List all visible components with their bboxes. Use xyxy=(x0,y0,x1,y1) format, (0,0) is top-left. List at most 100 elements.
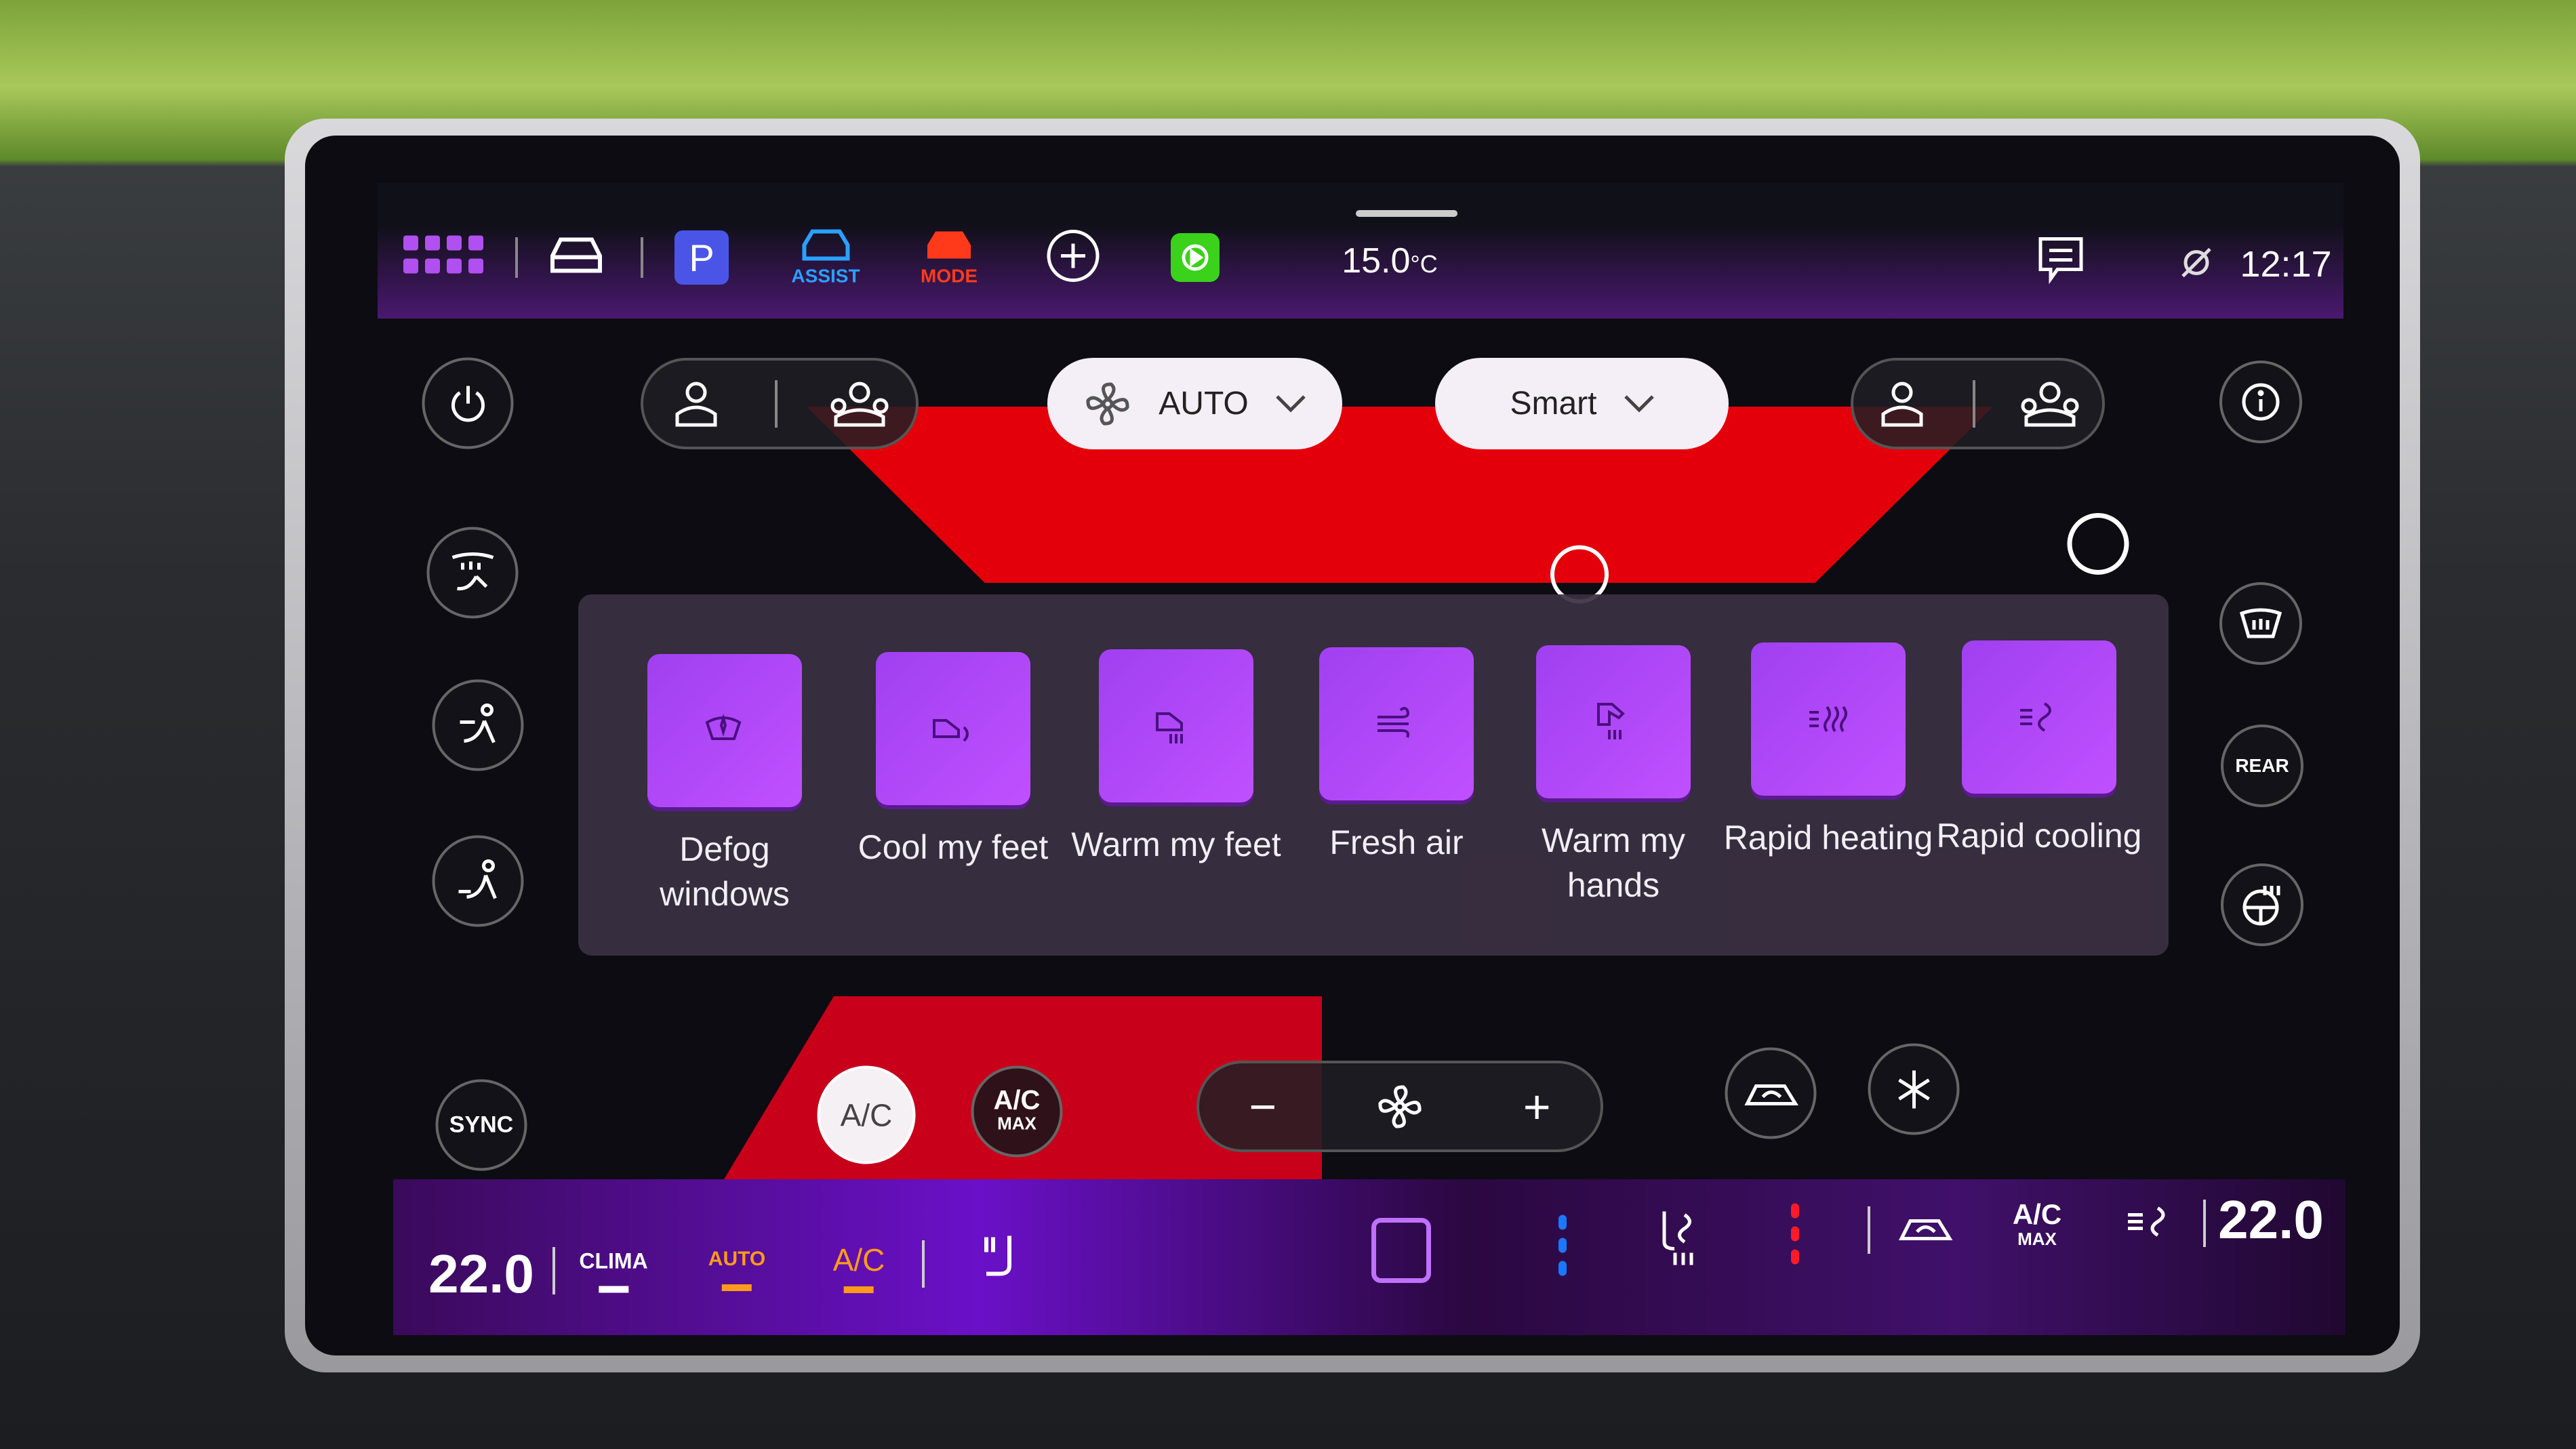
fresh-air-icon xyxy=(1377,707,1409,738)
recirculation-icon xyxy=(1744,1084,1798,1105)
fan-mode-value: AUTO xyxy=(1159,386,1249,422)
quick-action-label: Cool my feet xyxy=(858,828,1049,866)
quick-action-fresh-air[interactable] xyxy=(1319,647,1474,800)
climate-style-value: Smart xyxy=(1510,386,1597,422)
ac-max-button[interactable]: A/C MAX xyxy=(971,1065,1063,1158)
quick-action-warm-hands[interactable] xyxy=(1536,645,1691,798)
vent-direction-knob[interactable] xyxy=(1546,544,1613,604)
passenger-icon[interactable] xyxy=(1875,380,1929,428)
airflow-feet-icon xyxy=(458,859,497,899)
parking-button[interactable]: P xyxy=(675,230,729,285)
divider xyxy=(1973,380,1976,428)
rapid-cooling-status-icon[interactable] xyxy=(2125,1205,2173,1242)
temp-unit: °C xyxy=(1410,250,1438,278)
front-defrost-button[interactable] xyxy=(2219,582,2302,665)
drive-mode-button[interactable]: MODE xyxy=(921,228,978,287)
rear-climate-button[interactable]: REAR xyxy=(2221,724,2303,807)
ac-max-top: A/C xyxy=(2012,1198,2062,1230)
assist-icon xyxy=(801,229,849,261)
airflow-face-button[interactable] xyxy=(432,679,524,771)
quick-action-label: Rapid heating xyxy=(1723,819,1933,857)
quick-action-label: Warm my hands xyxy=(1542,821,1685,904)
defog-icon xyxy=(705,714,742,740)
quick-action-cool-feet[interactable] xyxy=(876,652,1030,805)
warm-feet-icon xyxy=(1156,712,1183,743)
assist-label: ASSIST xyxy=(791,265,860,287)
parking-label: P xyxy=(689,236,715,279)
temp-value: 15.0 xyxy=(1342,241,1411,281)
seat-ventilation-button[interactable] xyxy=(1657,1208,1705,1273)
ac-button[interactable]: A/C xyxy=(817,1065,916,1164)
all-seats-icon[interactable] xyxy=(2019,380,2080,428)
carplay-icon[interactable] xyxy=(1171,233,1220,282)
all-seats-icon[interactable] xyxy=(829,380,890,428)
divider xyxy=(641,237,643,278)
ac-max-top: A/C xyxy=(993,1085,1041,1115)
mode-label: MODE xyxy=(921,265,978,287)
divider xyxy=(515,237,518,278)
steering-wheel-heat-icon xyxy=(2242,886,2280,926)
fan-icon xyxy=(1086,382,1129,426)
mute-icon[interactable] xyxy=(2179,246,2213,283)
recirculation-status-icon[interactable] xyxy=(1898,1212,1953,1249)
app-grid-icon[interactable] xyxy=(403,235,485,280)
air-purifier-button[interactable] xyxy=(1868,1043,1960,1135)
auto-button[interactable]: AUTO xyxy=(708,1248,765,1291)
chevron-down-icon xyxy=(1624,394,1654,413)
left-temperature[interactable]: 22.0 xyxy=(428,1243,534,1305)
quick-action-warm-feet[interactable] xyxy=(1099,649,1253,802)
power-icon xyxy=(451,386,485,422)
quick-action-label: Rapid cooling xyxy=(1936,817,2142,855)
assist-button[interactable]: ASSIST xyxy=(791,228,860,287)
message-icon[interactable] xyxy=(2037,236,2085,287)
ac-status-button[interactable]: A/C xyxy=(833,1242,885,1293)
seat-icon xyxy=(984,1236,1011,1276)
clima-button[interactable]: CLIMA xyxy=(579,1248,648,1293)
seat-heat-button[interactable] xyxy=(980,1232,1020,1283)
sync-button[interactable]: SYNC xyxy=(435,1079,527,1171)
power-button[interactable] xyxy=(422,357,514,449)
airflow-upper-button[interactable] xyxy=(426,527,519,619)
cool-feet-icon xyxy=(933,719,969,742)
ac-status-label: A/C xyxy=(832,1242,885,1278)
driver-icon[interactable] xyxy=(669,380,723,428)
fan-decrease-button[interactable]: − xyxy=(1249,1080,1276,1134)
ac-max-status-button[interactable]: A/C MAX xyxy=(2012,1198,2062,1251)
windshield-illustration xyxy=(807,407,1993,583)
airflow-feet-button[interactable] xyxy=(432,835,524,927)
add-icon[interactable] xyxy=(1046,229,1100,287)
info-button[interactable] xyxy=(2219,361,2302,443)
auto-label: AUTO xyxy=(708,1248,766,1270)
fan-icon xyxy=(1378,1084,1422,1128)
quick-action-rapid-cooling[interactable] xyxy=(1962,640,2116,794)
rear-label: REAR xyxy=(2235,755,2289,776)
home-button[interactable] xyxy=(1371,1218,1431,1283)
rapid-heating-icon xyxy=(1809,706,1847,733)
quick-action-rapid-heating[interactable] xyxy=(1751,642,1906,796)
quick-action-label: Fresh air xyxy=(1329,823,1464,861)
vent-direction-knob[interactable] xyxy=(2064,510,2132,581)
quick-action-defog[interactable] xyxy=(647,654,802,807)
pull-down-handle[interactable] xyxy=(1356,210,1457,217)
fan-increase-button[interactable]: + xyxy=(1523,1080,1551,1134)
right-seat-zone-selector[interactable] xyxy=(1851,358,2105,449)
active-indicator xyxy=(844,1286,874,1293)
climate-style-dropdown[interactable]: Smart xyxy=(1435,358,1729,449)
right-temperature[interactable]: 22.0 xyxy=(2218,1189,2324,1251)
fan-mode-dropdown[interactable]: AUTO xyxy=(1047,358,1342,449)
recirculation-button[interactable] xyxy=(1725,1047,1817,1139)
ac-max-bottom: MAX xyxy=(2017,1229,2057,1249)
seat-fan-icon xyxy=(1662,1211,1693,1265)
quick-action-label: Defog windows xyxy=(660,830,790,913)
clima-label: CLIMA xyxy=(579,1248,648,1273)
fan-speed-control: − + xyxy=(1196,1061,1603,1152)
left-seat-zone-selector[interactable] xyxy=(641,358,919,449)
drive-mode-icon xyxy=(927,231,971,259)
ac-max-bottom: MAX xyxy=(997,1113,1037,1133)
airflow-windshield-icon xyxy=(451,552,494,590)
active-indicator xyxy=(599,1286,628,1293)
front-defrost-icon xyxy=(2239,608,2282,638)
steering-wheel-heat-button[interactable] xyxy=(2221,863,2303,946)
car-icon[interactable] xyxy=(546,236,607,280)
divider xyxy=(775,380,778,428)
